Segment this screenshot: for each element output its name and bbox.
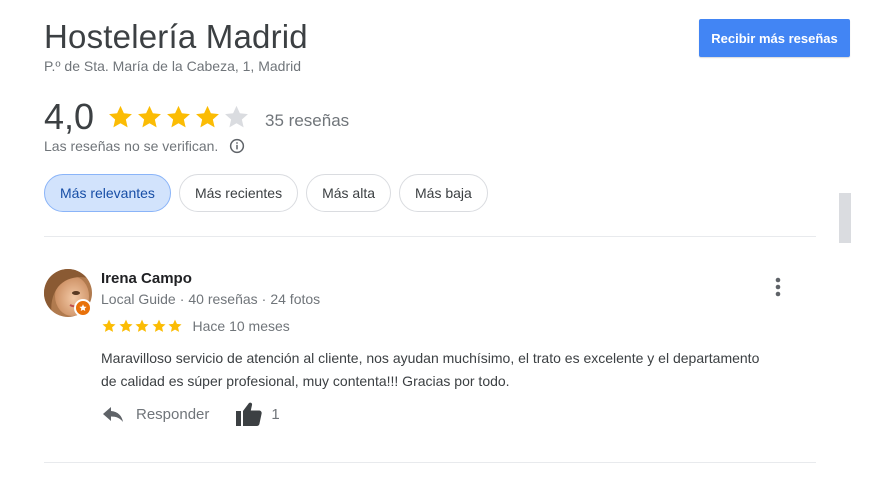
rating-summary: 4,0 35 reseñas bbox=[44, 96, 349, 138]
sort-filters: Más relevantes Más recientes Más alta Má… bbox=[44, 174, 496, 212]
star-icon bbox=[196, 105, 219, 128]
star-icon bbox=[168, 319, 182, 332]
reply-label: Responder bbox=[136, 405, 210, 423]
meta-separator: · bbox=[261, 291, 267, 307]
filter-lowest[interactable]: Más baja bbox=[399, 174, 488, 212]
reviewer-meta: Local Guide · 40 reseñas · 24 fotos bbox=[101, 291, 320, 307]
reviewer-name[interactable]: Irena Campo bbox=[101, 270, 192, 287]
divider bbox=[44, 462, 816, 463]
star-icon bbox=[138, 105, 161, 128]
review-actions: Responder 1 bbox=[101, 401, 280, 427]
rating-value: 4,0 bbox=[44, 96, 95, 137]
review-count: 35 reseñas bbox=[265, 111, 350, 130]
business-address: P.º de Sta. María de la Cabeza, 1, Madri… bbox=[44, 58, 301, 74]
avatar[interactable] bbox=[44, 269, 92, 317]
like-button[interactable]: 1 bbox=[235, 401, 280, 427]
more-vert-icon[interactable] bbox=[768, 275, 788, 299]
filter-highest[interactable]: Más alta bbox=[306, 174, 392, 212]
local-guide-badge-icon bbox=[74, 299, 92, 317]
thumb-up-icon bbox=[236, 402, 263, 426]
star-icon bbox=[109, 105, 132, 128]
review-text: Maravilloso servicio de atención al clie… bbox=[101, 350, 760, 389]
review-date: Hace 10 meses bbox=[192, 318, 290, 334]
disclaimer-text: Las reseñas no se verifican. bbox=[44, 138, 219, 154]
star-empty-icon bbox=[225, 105, 248, 128]
rating-stars bbox=[106, 103, 251, 131]
like-count: 1 bbox=[271, 405, 280, 423]
scrollbar-thumb[interactable] bbox=[839, 193, 851, 243]
divider bbox=[44, 236, 816, 237]
star-icon bbox=[118, 319, 133, 332]
info-icon[interactable] bbox=[228, 137, 246, 155]
star-icon bbox=[167, 105, 190, 128]
reviewer-review-count: 40 reseñas bbox=[188, 291, 258, 307]
reviewer-photo-count: 24 fotos bbox=[270, 291, 321, 307]
meta-separator: · bbox=[179, 291, 185, 307]
star-icon bbox=[151, 319, 166, 332]
reply-button[interactable]: Responder bbox=[101, 403, 209, 425]
star-icon bbox=[102, 319, 116, 332]
local-guide-label: Local Guide bbox=[101, 291, 176, 307]
reply-icon bbox=[103, 407, 123, 422]
get-more-reviews-button[interactable]: Recibir más reseñas bbox=[699, 19, 850, 57]
disclaimer: Las reseñas no se verifican. bbox=[44, 137, 246, 155]
filter-most-relevant[interactable]: Más relevantes bbox=[44, 174, 171, 212]
business-name: Hostelería Madrid bbox=[44, 18, 308, 55]
review-rating: Hace 10 meses bbox=[101, 318, 290, 334]
filter-most-recent[interactable]: Más recientes bbox=[178, 174, 299, 212]
star-icon bbox=[135, 319, 149, 332]
reviews-panel: Hostelería Madrid P.º de Sta. María de l… bbox=[0, 0, 886, 488]
